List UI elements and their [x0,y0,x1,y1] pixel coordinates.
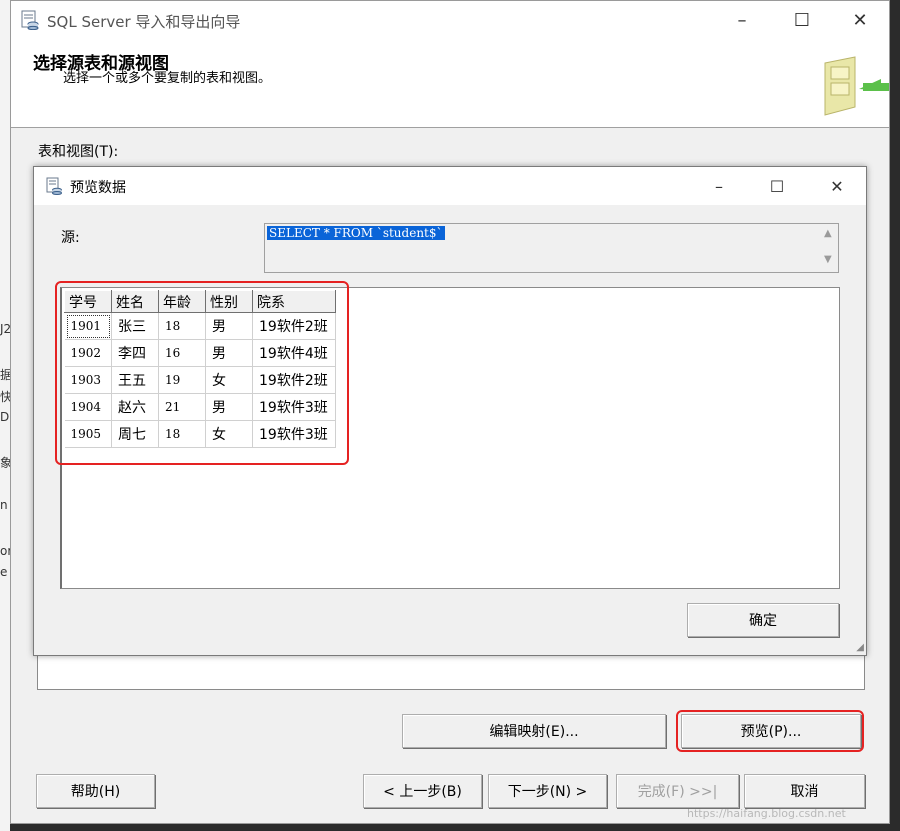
cancel-button[interactable]: 取消 [744,774,865,808]
bg-text-fragment: n [0,498,8,512]
dialog-maximize-button[interactable]: ☐ [754,167,800,205]
wizard-table-logo-icon [824,56,889,116]
next-button[interactable]: 下一步(N) > [488,774,607,808]
source-sql-textbox[interactable]: SELECT * FROM `student$` ▲ ▼ [264,223,839,273]
ok-button[interactable]: 确定 [687,603,839,637]
maximize-button[interactable]: ☐ [779,1,825,39]
finish-button[interactable]: 完成(F) >>| [616,774,739,808]
table-highlight-box [55,281,349,465]
background-fragments: J2 据 快 D 象 n or e [0,0,12,830]
dialog-minimize-button[interactable]: – [696,167,742,205]
sql-query-text: SELECT * FROM `student$` [267,226,445,240]
bg-text-fragment: D [0,410,10,424]
page-subtitle: 选择一个或多个要复制的表和视图。 [63,71,272,86]
tables-list-panel[interactable] [37,653,865,690]
wizard-title-bar: SQL Server 导入和导出向导 – ☐ ✕ [11,1,889,39]
wizard-page-header: 选择源表和源视图 选择一个或多个要复制的表和视图。 [11,39,889,128]
scroll-down-icon[interactable]: ▼ [824,254,832,265]
bg-text-fragment: e [0,565,8,579]
close-button[interactable]: ✕ [837,1,883,39]
help-button[interactable]: 帮助(H) [36,774,155,808]
dialog-title-bar: 预览数据 – ☐ ✕ [34,167,866,205]
preview-data-dialog: 预览数据 – ☐ ✕ 源: SELECT * FROM `student$` ▲… [33,166,867,656]
window-title: SQL Server 导入和导出向导 [47,13,241,31]
scroll-up-icon[interactable]: ▲ [824,228,832,239]
database-app-icon [46,177,62,195]
edit-mappings-button[interactable]: 编辑映射(E)... [402,714,666,748]
back-button[interactable]: < 上一步(B) [363,774,482,808]
sql-scrollbar[interactable]: ▲ ▼ [820,224,838,272]
source-label: 源: [61,230,80,246]
dialog-close-button[interactable]: ✕ [814,167,860,205]
dialog-title: 预览数据 [70,180,126,196]
preview-highlight-box [676,710,864,752]
database-app-icon [21,10,39,30]
watermark: https://haifang.blog.csdn.net [687,807,846,820]
resize-grip-icon[interactable]: ◢ [856,642,864,653]
tables-and-views-label: 表和视图(T): [38,144,119,160]
minimize-button[interactable]: – [719,1,765,39]
